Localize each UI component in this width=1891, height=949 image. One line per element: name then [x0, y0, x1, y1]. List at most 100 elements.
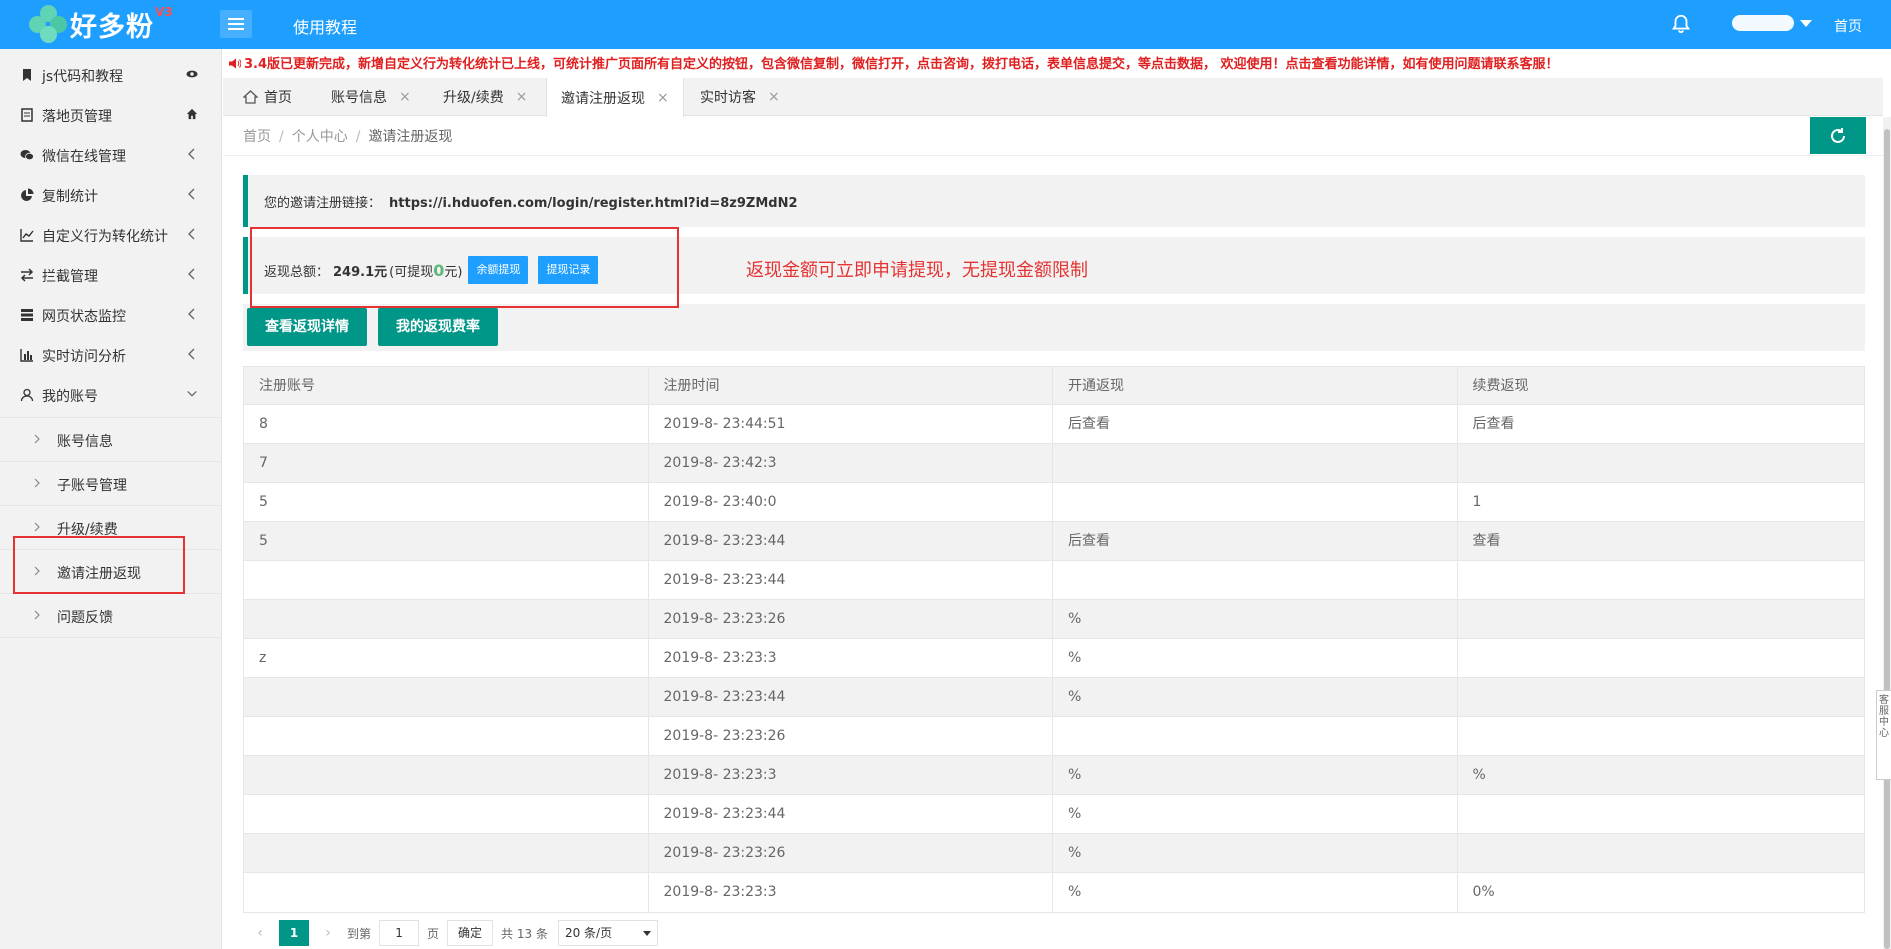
home-link[interactable]: 首页	[1834, 16, 1862, 36]
actions-panel: 查看返现详情 我的返现费率	[243, 304, 1865, 351]
breadcrumb-home[interactable]: 首页	[243, 129, 271, 145]
bell-icon[interactable]	[1670, 13, 1692, 35]
my-cashback-rate-button[interactable]: 我的返现费率	[378, 308, 498, 346]
logo[interactable]: 好多粉 V3	[28, 4, 173, 44]
home-icon	[186, 108, 198, 120]
refresh-button[interactable]	[1810, 117, 1866, 154]
breadcrumb-separator: /	[279, 129, 284, 145]
logo-version: V3	[155, 5, 173, 19]
tab-label: 邀请注册返现	[561, 90, 645, 107]
table-cell	[1053, 717, 1458, 755]
chevron-left-icon	[188, 188, 195, 200]
sidebar-item-realtime-analysis[interactable]: 实时访问分析	[0, 335, 222, 375]
tab-upgrade[interactable]: 升级/续费 ×	[443, 78, 527, 116]
scrollbar-thumb[interactable]	[1884, 129, 1890, 949]
referral-table: 注册账号 注册时间 开通返现 续费返现 8 2019-8- 23:44:51 后查…	[243, 366, 1865, 913]
table-cell: 2019-8- 23:23:3	[649, 639, 1053, 677]
page-size-select[interactable]: 20 条/页	[557, 920, 658, 946]
sidebar-item-label: 微信在线管理	[42, 149, 126, 165]
home-outline-icon	[243, 90, 258, 104]
chevron-left-icon	[188, 148, 195, 160]
sidebar-subitem-label: 问题反馈	[57, 610, 113, 626]
confirm-page-button[interactable]: 确定	[447, 920, 494, 946]
table-cell	[244, 834, 649, 872]
tab-label: 账号信息	[331, 90, 387, 106]
close-icon[interactable]: ×	[768, 89, 780, 105]
notice-text: 3.4版已更新完成，新增自定义行为转化统计已上线，可统计推广页面所有自定义的按钮…	[244, 57, 1559, 72]
close-icon[interactable]: ×	[399, 89, 411, 105]
sidebar-item-landing[interactable]: 落地页管理	[0, 95, 222, 135]
next-page-button[interactable]: ›	[319, 925, 337, 941]
pagination: ‹ 1 › 到第 1 页 确定 共 13 条 20 条/页	[251, 919, 658, 947]
table-cell	[1458, 795, 1865, 833]
table-cell	[244, 795, 649, 833]
table-row: 7 2019-8- 23:42:3	[244, 444, 1864, 483]
tab-account-info[interactable]: 账号信息 ×	[331, 78, 411, 116]
page-unit: 页	[427, 926, 440, 941]
table-cell: 5	[244, 483, 649, 521]
breadcrumb: 首页 / 个人中心 / 邀请注册返现	[243, 126, 452, 146]
table-cell	[244, 756, 649, 794]
table-cell: 2019-8- 23:23:44	[649, 795, 1053, 833]
sidebar-item-intercept[interactable]: 拦截管理	[0, 255, 222, 295]
table-row: 2019-8- 23:23:3% 0%	[244, 873, 1864, 912]
sidebar-item-label: js代码和教程	[42, 69, 124, 85]
tab-bar: 首页 账号信息 × 升级/续费 × 邀请注册返现 × 实时访客 ×	[223, 78, 1883, 117]
close-icon[interactable]: ×	[516, 89, 528, 105]
sidebar-item-label: 我的账号	[42, 389, 98, 405]
customer-service-tab[interactable]: 客服中心	[1876, 690, 1891, 780]
document-icon	[21, 108, 33, 122]
table-cell: %	[1053, 678, 1458, 716]
bar-chart-icon	[20, 349, 33, 362]
sidebar-item-js-code[interactable]: js代码和教程	[0, 55, 222, 95]
sidebar-subitem-account-info[interactable]: 账号信息	[0, 418, 222, 462]
prev-page-button[interactable]: ‹	[251, 925, 269, 941]
chevron-right-icon	[34, 610, 40, 620]
sidebar-item-custom-conversion[interactable]: 自定义行为转化统计	[0, 215, 222, 255]
column-header: 开通返现	[1053, 367, 1458, 404]
announcement-notice[interactable]: 3.4版已更新完成，新增自定义行为转化统计已上线，可统计推广页面所有自定义的按钮…	[228, 53, 1559, 72]
scrollbar[interactable]	[1883, 117, 1891, 949]
hamburger-icon	[228, 18, 244, 30]
tutorial-link[interactable]: 使用教程	[293, 14, 357, 38]
sidebar-subitem-label: 账号信息	[57, 434, 113, 450]
table-cell: 2019-8- 23:44:51	[649, 405, 1053, 443]
close-icon[interactable]: ×	[657, 90, 669, 106]
sidebar-item-wechat[interactable]: 微信在线管理	[0, 135, 222, 175]
menu-toggle-button[interactable]	[220, 10, 252, 38]
invite-link-url[interactable]: https://i.hduofen.com/login/register.htm…	[389, 196, 797, 211]
current-page[interactable]: 1	[279, 920, 309, 946]
tab-home[interactable]: 首页	[243, 78, 292, 116]
tab-realtime-visitors[interactable]: 实时访客 ×	[700, 78, 780, 116]
sidebar-subitem-label: 子账号管理	[57, 478, 127, 494]
sidebar-item-my-account[interactable]: 我的账号	[0, 375, 222, 415]
exchange-icon	[20, 268, 34, 282]
table-cell	[1053, 483, 1458, 521]
view-cashback-details-button[interactable]: 查看返现详情	[247, 308, 367, 346]
user-icon	[20, 388, 34, 402]
caret-down-icon	[1800, 19, 1812, 27]
tab-label: 升级/续费	[443, 90, 504, 106]
table-row: 2019-8- 23:23:44%	[244, 795, 1864, 834]
table-row: 2019-8- 23:23:26%	[244, 834, 1864, 873]
sidebar-subitem-feedback[interactable]: 问题反馈	[0, 594, 222, 638]
table-cell: %	[1053, 795, 1458, 833]
table-cell: 2019-8- 23:23:3	[649, 873, 1053, 912]
tab-invite-cashback[interactable]: 邀请注册返现 ×	[546, 78, 684, 117]
column-header: 续费返现	[1472, 378, 1529, 394]
table-row: 2019-8- 23:23:3%%	[244, 756, 1864, 795]
chevron-left-icon	[188, 228, 195, 240]
sidebar-subitem-sub-accounts[interactable]: 子账号管理	[0, 462, 222, 506]
table-cell: %	[1053, 756, 1458, 794]
sidebar-item-page-monitor[interactable]: 网页状态监控	[0, 295, 222, 335]
table-cell: 1	[1472, 494, 1482, 510]
table-cell	[244, 561, 649, 599]
sidebar-item-copy-stats[interactable]: 复制统计	[0, 175, 222, 215]
table-cell	[1053, 561, 1458, 599]
breadcrumb-current: 邀请注册返现	[368, 129, 453, 145]
breadcrumb-personal-center[interactable]: 个人中心	[292, 129, 348, 145]
table-cell: %	[1053, 600, 1458, 638]
goto-page-input[interactable]: 1	[379, 920, 420, 946]
user-menu[interactable]	[1732, 15, 1812, 31]
table-cell: 2019-8- 23:23:26	[649, 717, 1053, 755]
